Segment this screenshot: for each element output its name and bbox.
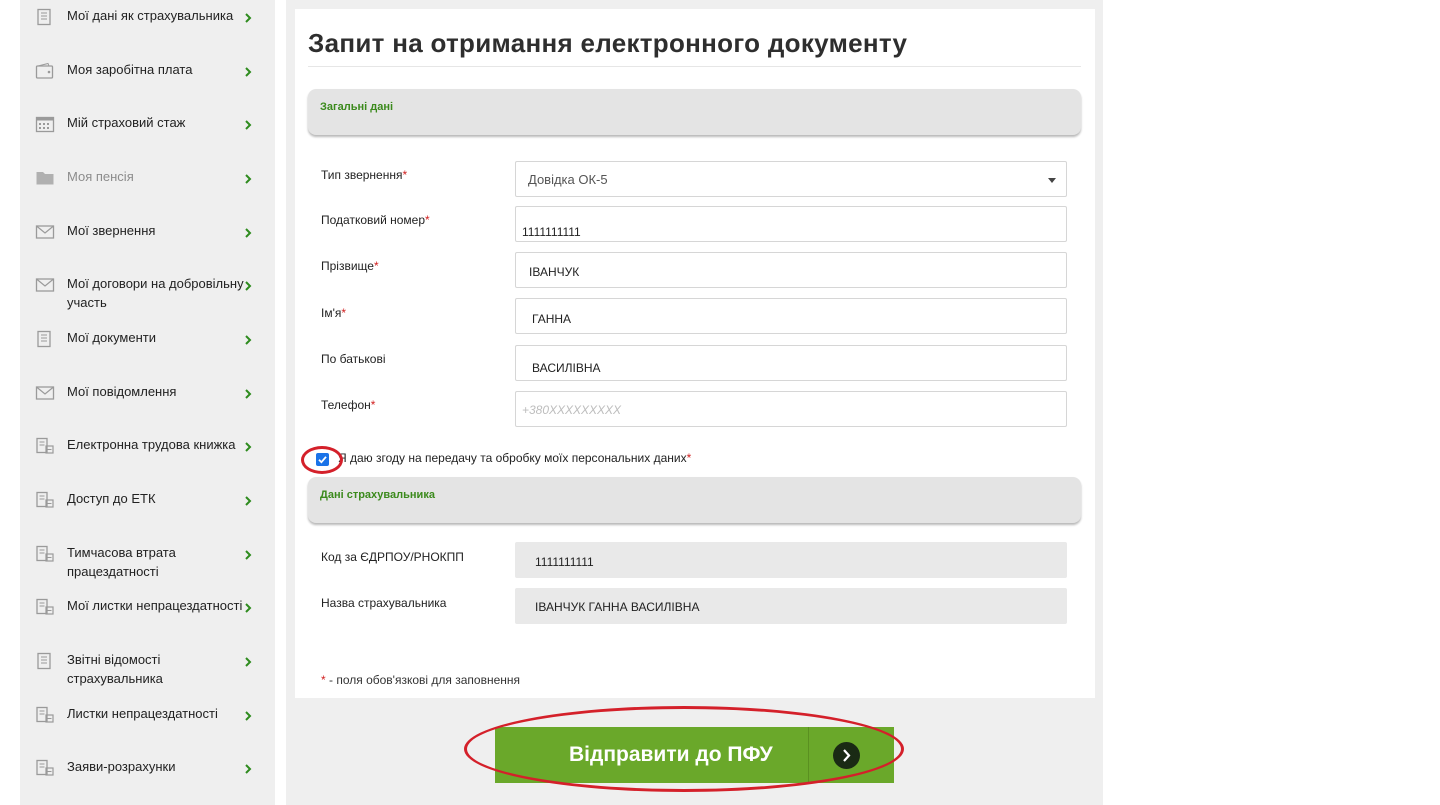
sidebar-item-label: Звітні відомості страхувальника (67, 652, 163, 686)
patronymic-value: ВАСИЛІВНА (532, 361, 601, 375)
sidebar-item-9[interactable]: Доступ до ЕТК (20, 491, 275, 545)
sidebar-item-label: Мої листки непрацездатності (67, 598, 243, 613)
sidebar-item-label: Мої дані як страхувальника (67, 8, 234, 23)
page-title: Запит на отримання електронного документ… (308, 28, 908, 58)
insurer-name-field: ІВАНЧУК ГАННА ВАСИЛІВНА (515, 588, 1067, 624)
chevron-right-icon (242, 440, 254, 452)
edrpou-value: 1111111111 (535, 555, 594, 569)
sidebar-item-4[interactable]: Мої звернення (20, 223, 275, 277)
section-general-label: Загальні дані (320, 101, 394, 113)
surname-value: ІВАНЧУК (529, 265, 580, 279)
title-divider (308, 66, 1081, 67)
surname-label: Прізвище* (321, 259, 379, 273)
checkbox-highlight-circle (301, 446, 343, 474)
sidebar-item-label: Мої документи (67, 330, 156, 345)
patronymic-input[interactable]: ВАСИЛІВНА (515, 345, 1067, 381)
chevron-right-icon (242, 494, 254, 506)
request-type-select[interactable]: Довідка ОК-5 (515, 161, 1067, 197)
chevron-right-icon (242, 333, 254, 345)
name-label: Ім'я* (321, 306, 347, 320)
chevron-right-icon (242, 279, 254, 291)
sidebar-item-2[interactable]: Мій страховий стаж (20, 115, 275, 169)
sidebar-item-label: Мої повідомлення (67, 384, 177, 399)
chevron-right-icon (242, 118, 254, 130)
chevron-right-icon (242, 655, 254, 667)
book-icon (35, 598, 55, 616)
section-insurer-header: Дані страхувальника (308, 477, 1081, 523)
sidebar-item-12[interactable]: Звітні відомості страхувальника (20, 652, 275, 706)
calendar-icon (35, 115, 55, 133)
sidebar-item-8[interactable]: Електронна трудова книжка (20, 437, 275, 491)
tax-number-value: 1111111111 (522, 225, 581, 239)
request-type-label: Тип звернення* (321, 168, 408, 182)
dropdown-caret-icon (1048, 178, 1056, 183)
edrpou-label: Код за ЄДРПОУ/РНОКПП (321, 550, 464, 564)
sidebar-item-5[interactable]: Мої договори на добровільну участь (20, 276, 275, 330)
surname-input[interactable]: ІВАНЧУК (515, 252, 1067, 288)
chevron-right-icon (242, 226, 254, 238)
sidebar-item-13[interactable]: Листки непрацездатності (20, 706, 275, 760)
sidebar-item-label: Моя заробітна плата (67, 62, 193, 77)
request-type-value: Довідка ОК-5 (528, 172, 608, 187)
patronymic-label: По батькові (321, 352, 386, 366)
name-input[interactable]: ГАННА (515, 298, 1067, 334)
tax-number-input[interactable]: 1111111111 (515, 206, 1067, 242)
chevron-right-icon (242, 11, 254, 23)
document-icon (35, 330, 55, 348)
section-insurer-label: Дані страхувальника (320, 489, 435, 501)
sidebar-item-label: Мій страховий стаж (67, 115, 186, 130)
section-general-header: Загальні дані (308, 89, 1081, 135)
book-icon (35, 545, 55, 563)
sidebar-item-label: Мої договори на добровільну участь (67, 276, 244, 310)
sidebar-item-11[interactable]: Мої листки непрацездатності (20, 598, 275, 652)
envelope-icon (35, 384, 55, 402)
book-icon (35, 759, 55, 777)
insurer-name-value: ІВАНЧУК ГАННА ВАСИЛІВНА (535, 600, 700, 614)
sidebar-item-label: Тимчасова втрата працездатності (67, 545, 176, 579)
envelope-icon (35, 223, 55, 241)
sidebar-item-10[interactable]: Тимчасова втрата працездатності (20, 545, 275, 599)
chevron-right-icon (242, 709, 254, 721)
wallet-icon (35, 62, 55, 80)
edrpou-field: 1111111111 (515, 542, 1067, 578)
sidebar-item-label: Мої звернення (67, 223, 156, 238)
sidebar-item-label: Доступ до ЕТК (67, 491, 156, 506)
book-icon (35, 706, 55, 724)
sidebar-item-14[interactable]: Заяви-розрахунки (20, 759, 275, 805)
submit-highlight-oval (464, 706, 904, 792)
chevron-right-icon (242, 601, 254, 613)
sidebar-item-3[interactable]: Моя пенсія (20, 169, 275, 223)
sidebar-item-7[interactable]: Мої повідомлення (20, 384, 275, 438)
sidebar-item-label: Моя пенсія (67, 169, 134, 184)
envelope-icon (35, 276, 55, 294)
phone-placeholder: +380XXXXXXXXX (522, 403, 622, 417)
sidebar-item-label: Заяви-розрахунки (67, 759, 176, 774)
phone-label: Телефон* (321, 398, 376, 412)
chevron-right-icon (242, 548, 254, 560)
book-icon (35, 437, 55, 455)
document-icon (35, 8, 55, 26)
document-icon (35, 652, 55, 670)
sidebar-item-6[interactable]: Мої документи (20, 330, 275, 384)
chevron-right-icon (242, 387, 254, 399)
folder-icon (35, 169, 55, 187)
sidebar-item-1[interactable]: Моя заробітна плата (20, 62, 275, 116)
sidebar: Мої дані як страхувальника Моя заробітна … (20, 0, 275, 805)
tax-number-label: Податковий номер* (321, 213, 430, 227)
required-footnote: * - поля обов'язкові для заповнення (321, 673, 521, 687)
chevron-right-icon (242, 172, 254, 184)
book-icon (35, 491, 55, 509)
sidebar-item-label: Листки непрацездатності (67, 706, 218, 721)
phone-input[interactable]: +380XXXXXXXXX (515, 391, 1067, 427)
insurer-name-label: Назва страхувальника (321, 596, 447, 610)
chevron-right-icon (242, 762, 254, 774)
consent-label: Я даю згоду на передачу та обробку моїх … (338, 451, 692, 465)
sidebar-item-0[interactable]: Мої дані як страхувальника (20, 8, 275, 62)
sidebar-item-label: Електронна трудова книжка (67, 437, 236, 452)
chevron-right-icon (242, 65, 254, 77)
name-value: ГАННА (532, 312, 572, 326)
